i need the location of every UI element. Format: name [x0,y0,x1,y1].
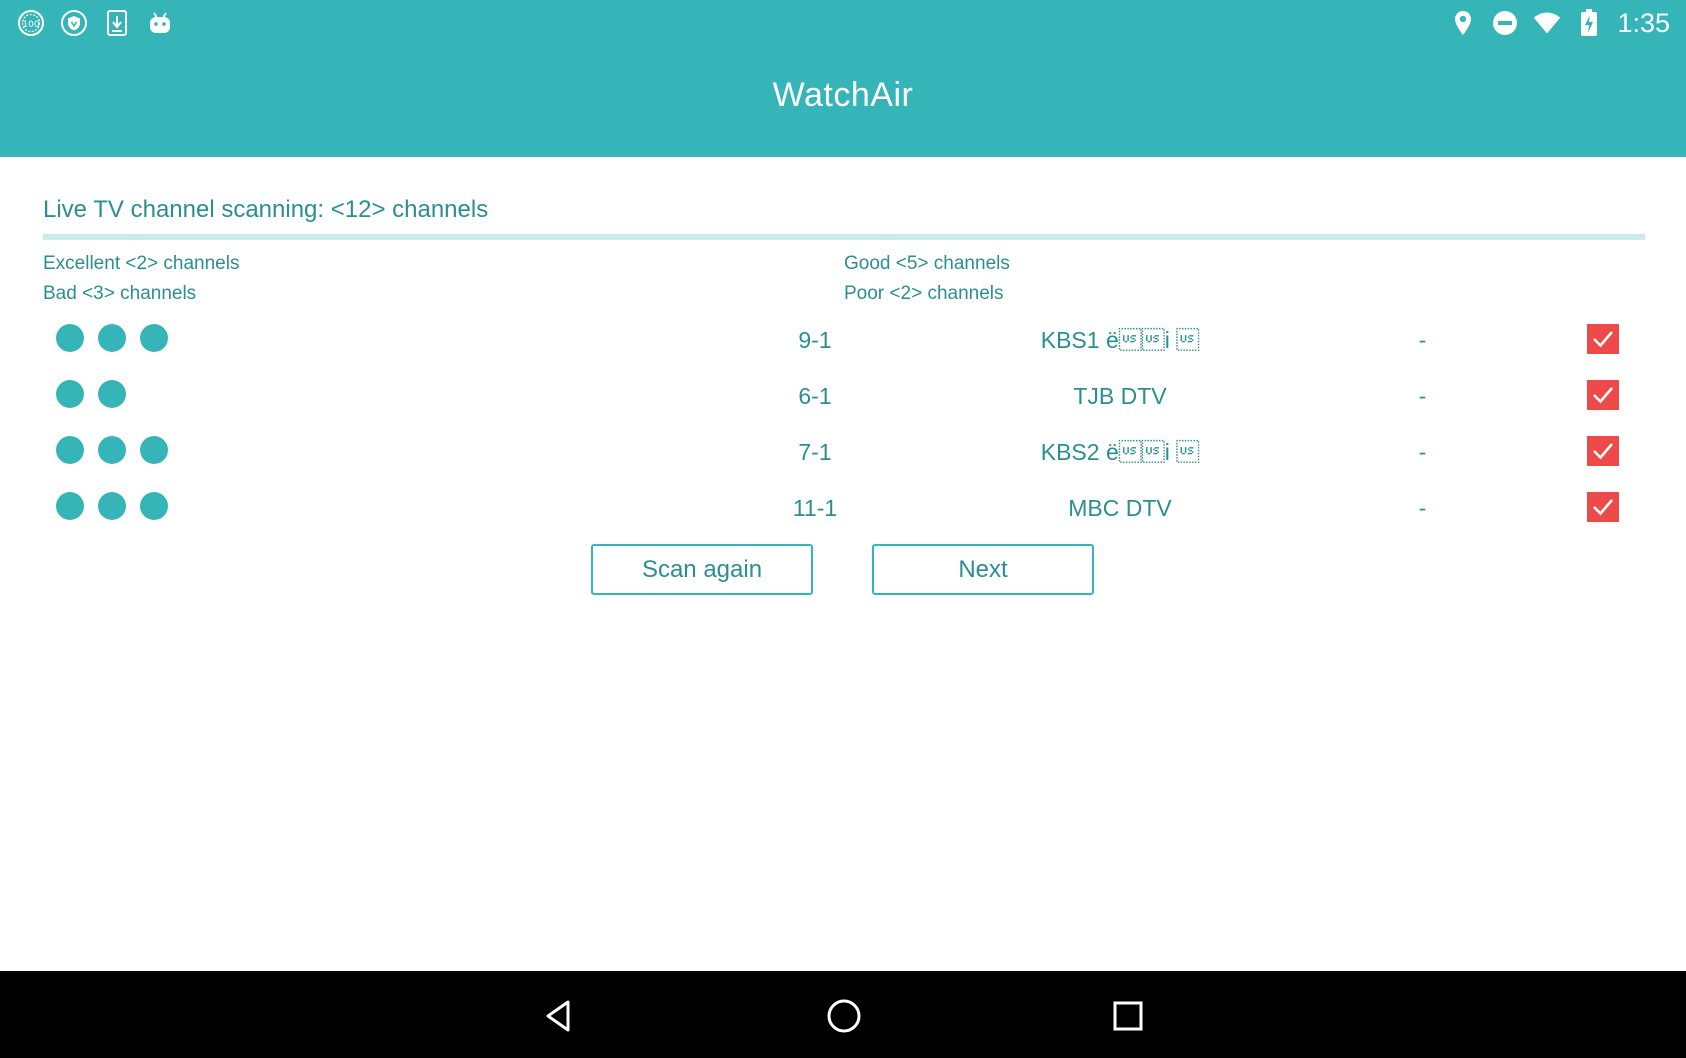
channel-name: MBC DTV [1068,495,1172,521]
checkmark-icon [1593,443,1613,460]
channel-extra: - [1418,495,1427,521]
signal-dot [140,436,168,464]
status-bar-right: 1:35 [1449,6,1670,40]
back-button[interactable] [534,991,584,1041]
recents-icon [1113,1001,1143,1031]
status-clock: 1:35 [1617,7,1670,38]
app-bar: 100 1:35 WatchAir [0,0,1686,157]
back-icon [546,1000,570,1032]
checkmark-icon [1593,331,1613,348]
channel-checkbox[interactable] [1587,324,1619,354]
signal-dot [98,324,126,352]
status-bar-left: 100 [16,8,175,38]
signal-dot [56,324,84,352]
channel-row: 6-1 TJB DTV - [0,368,1686,424]
channel-row: 9-1 KBS1 ë i - [0,312,1686,368]
poor-count: Poor <2> channels [844,283,1004,304]
channel-row: 7-1 KBS2 ë i - [0,424,1686,480]
signal-dot [140,492,168,520]
signal-strength-dots [56,436,168,464]
wifi-icon [1533,8,1561,38]
signal-dot [98,436,126,464]
channel-checkbox[interactable] [1587,436,1619,466]
signal-dot [56,492,84,520]
app-title: WatchAir [772,76,914,114]
battery-100-icon: 100 [16,8,46,38]
home-icon [827,999,861,1033]
signal-dot [98,492,126,520]
navigation-bar [0,971,1686,1058]
good-count: Good <5> channels [844,253,1010,274]
channel-name: TJB DTV [1073,383,1167,409]
channel-extra: - [1418,439,1427,465]
scan-again-button[interactable]: Scan again [591,544,813,595]
signal-dot [98,380,126,408]
svg-text:100: 100 [22,20,39,30]
download-icon [102,8,132,38]
channel-number: 9-1 [798,327,832,353]
channel-name: KBS1 ë i [1040,327,1200,353]
next-button[interactable]: Next [872,544,1094,595]
scan-title: Live TV channel scanning: <12> channels [43,196,489,223]
signal-strength-dots [56,324,168,352]
channel-extra: - [1418,327,1427,353]
checkmark-icon [1593,387,1613,404]
shield-icon [59,8,89,38]
android-icon [145,8,175,38]
channel-number: 6-1 [798,383,832,409]
signal-strength-dots [56,380,126,408]
excellent-count: Excellent <2> channels [43,253,240,274]
bad-count: Bad <3> channels [43,283,197,304]
channel-extra: - [1418,383,1427,409]
signal-dot [140,324,168,352]
scan-progress-line [43,234,1645,240]
channel-row: 11-1 MBC DTV - [0,480,1686,536]
signal-strength-dots [56,492,168,520]
channel-number: 11-1 [792,495,838,521]
recents-button[interactable] [1103,991,1153,1041]
channel-name: KBS2 ë i [1040,439,1200,465]
location-icon [1449,8,1477,38]
signal-dot [56,436,84,464]
battery-charging-icon [1575,8,1603,38]
checkmark-icon [1593,499,1613,516]
channel-checkbox[interactable] [1587,492,1619,522]
do-not-disturb-icon [1491,8,1519,38]
channel-number: 7-1 [798,439,832,465]
signal-dot [56,380,84,408]
channel-checkbox[interactable] [1587,380,1619,410]
home-button[interactable] [819,991,869,1041]
